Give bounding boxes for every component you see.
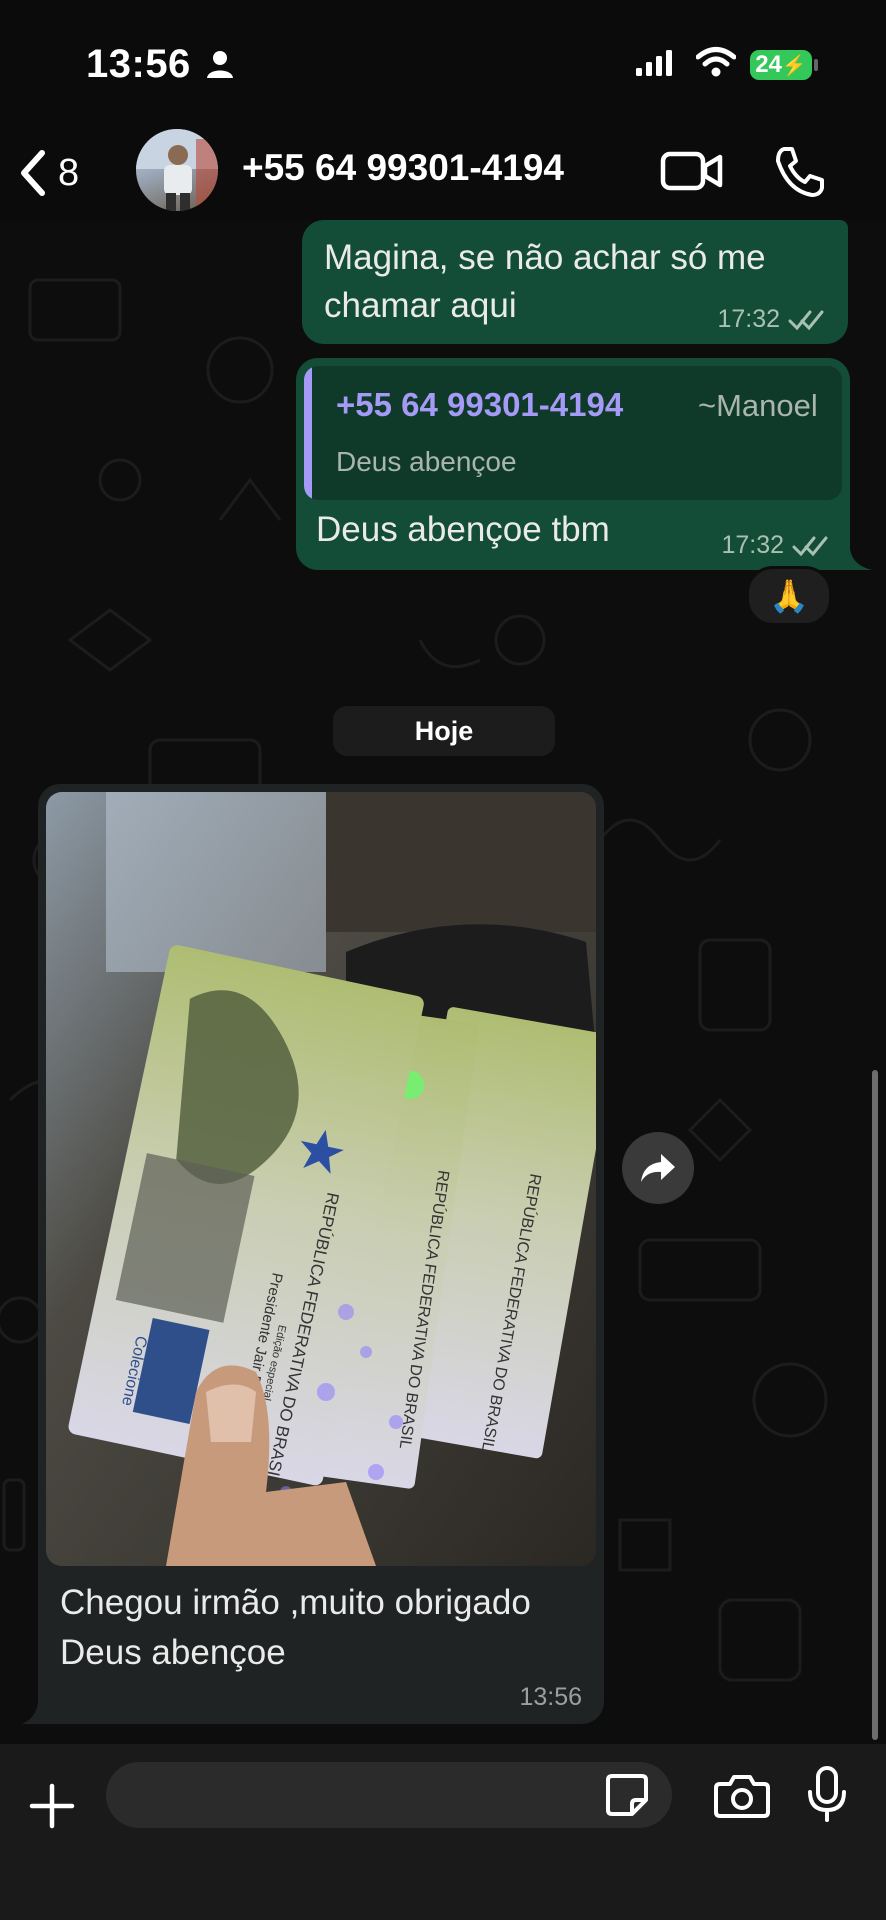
quote-sender: +55 64 99301-4194 — [336, 386, 624, 423]
charging-bolt-icon: ⚡ — [781, 55, 807, 77]
message-time: 17:32 — [717, 305, 780, 333]
unread-count: 8 — [58, 151, 80, 194]
outgoing-message[interactable]: Magina, se não achar só me chamar aqui 1… — [302, 220, 848, 344]
battery-cap — [814, 59, 818, 71]
status-time: 13:56 — [86, 42, 191, 86]
contact-name[interactable]: +55 64 99301-4194 — [242, 147, 564, 189]
double-check-icon — [788, 310, 824, 330]
composer-bar — [0, 1744, 886, 1920]
plus-icon[interactable] — [28, 1782, 76, 1830]
date-separator: Hoje — [333, 706, 555, 756]
wifi-icon — [696, 47, 736, 77]
message-meta: 17:32 — [717, 305, 824, 334]
message-time: 17:32 — [721, 531, 784, 559]
microphone-icon[interactable] — [806, 1766, 848, 1824]
person-icon — [207, 51, 233, 78]
bubble-tail — [22, 1694, 52, 1724]
quote-text: Deus abençoe — [336, 446, 517, 477]
bubble-tail — [838, 542, 872, 570]
chat-messages[interactable]: Magina, se não achar só me chamar aqui 1… — [0, 220, 886, 1744]
contact-avatar[interactable] — [136, 129, 218, 211]
message-meta: 13:56 — [519, 1683, 582, 1712]
battery-level: 24 — [755, 51, 782, 78]
status-bar: 13:56 24⚡ — [0, 0, 886, 125]
back-button[interactable]: 8 — [18, 145, 118, 201]
quoted-message[interactable]: +55 64 99301-4194 ~Manoel Deus abençoe — [304, 366, 842, 500]
photo-image: REPÚBLICA FEDERATIVA DO BRASIL REPÚBLICA… — [46, 792, 596, 1566]
quote-alias: ~Manoel — [698, 388, 818, 423]
forward-button[interactable] — [622, 1132, 694, 1204]
message-meta: 17:32 — [721, 531, 828, 560]
incoming-photo-message[interactable]: REPÚBLICA FEDERATIVA DO BRASIL REPÚBLICA… — [38, 784, 604, 1724]
message-caption: Chegou irmão ,muito obrigado Deus abenço… — [60, 1583, 531, 1672]
chat-header: 8 +55 64 99301-4194 — [0, 125, 886, 220]
message-input[interactable] — [106, 1762, 672, 1828]
battery-indicator: 24⚡ — [750, 50, 812, 80]
double-check-icon — [792, 536, 828, 556]
outgoing-message-reply[interactable]: +55 64 99301-4194 ~Manoel Deus abençoe D… — [296, 358, 850, 570]
avatar-photo — [136, 129, 218, 211]
video-camera-icon[interactable] — [660, 149, 724, 193]
scrollbar[interactable] — [872, 1070, 878, 1740]
cellular-signal-icon — [636, 50, 672, 76]
chevron-left-icon — [21, 150, 45, 196]
phone-icon[interactable] — [772, 145, 826, 199]
camera-icon[interactable] — [714, 1774, 770, 1818]
message-text: Deus abençoe tbm — [316, 510, 610, 549]
message-reaction[interactable]: 🙏 — [746, 566, 832, 626]
message-time: 13:56 — [519, 1683, 582, 1711]
forward-icon — [641, 1154, 675, 1182]
message-photo[interactable]: REPÚBLICA FEDERATIVA DO BRASIL REPÚBLICA… — [46, 792, 596, 1566]
quote-accent-bar — [304, 366, 312, 500]
sticker-icon[interactable] — [604, 1772, 650, 1818]
